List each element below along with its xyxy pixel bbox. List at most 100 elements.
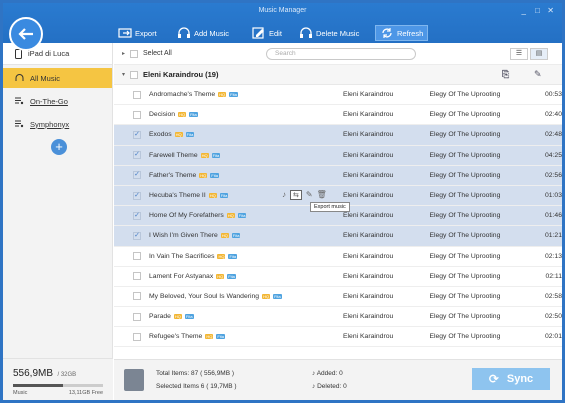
close-button[interactable]: ✕	[547, 6, 554, 15]
export-icon	[118, 28, 132, 38]
row-checkbox[interactable]: ✓	[133, 171, 141, 180]
row-checkbox[interactable]	[133, 272, 141, 281]
play-icon[interactable]: ♪	[282, 190, 286, 199]
export-row-icon[interactable]: ⇆	[290, 189, 302, 200]
song-title-cell: Andromache's Theme HQ Fita	[149, 91, 343, 98]
detail-view-button[interactable]: ▤	[530, 48, 548, 60]
table-row[interactable]: ✓ Hecuba's Theme II HQ Fita Eleni Karaindrou…	[114, 185, 562, 212]
search-input[interactable]: Search	[266, 48, 416, 60]
duration-cell: 01:46	[544, 212, 562, 220]
main-window: Music Manager _ □ ✕ Export Add Music Edi…	[3, 3, 562, 400]
table-row[interactable]: Andromache's Theme HQ Fita Eleni Karaindrou…	[114, 85, 562, 106]
hq-badge: HQ	[199, 172, 208, 178]
group-checkbox[interactable]	[130, 70, 139, 79]
row-checkbox[interactable]: ✓	[133, 191, 141, 200]
sync-button[interactable]: ⟳ Sync	[472, 368, 550, 390]
deleted-count: ♪ Deleted: 0	[312, 383, 347, 390]
sidebar-item-all-music[interactable]: All Music	[3, 68, 112, 88]
file-badge: Fita	[216, 334, 225, 340]
add-playlist-button[interactable]: +	[51, 139, 67, 155]
hq-badge: HQ	[220, 233, 229, 239]
row-checkbox[interactable]	[133, 110, 141, 119]
row-checkbox[interactable]	[133, 332, 141, 341]
row-checkbox[interactable]	[133, 292, 141, 301]
sidebar-item-on-the-go[interactable]: On-The-Go	[3, 91, 112, 111]
edit-icon	[252, 27, 264, 39]
file-badge: Fita	[184, 314, 194, 320]
artist-cell: Eleni Karaindrou	[343, 272, 394, 280]
duration-cell: 02:48	[544, 131, 562, 139]
song-title-cell: Refugee's Theme HQ Fita	[149, 333, 343, 340]
edit-button[interactable]: Edit	[252, 25, 282, 41]
maximize-button[interactable]: □	[535, 6, 540, 15]
expand-arrow-icon[interactable]: ▸	[122, 50, 125, 57]
song-title: Father's Theme	[149, 171, 197, 179]
table-row[interactable]: Decision HQ Fita Eleni Karaindrou Elegy Of T…	[114, 105, 562, 126]
total-items: Total Items: 87 ( 556,9MB )	[156, 370, 235, 377]
artist-cell: Eleni Karaindrou	[343, 232, 394, 240]
row-checkbox[interactable]	[133, 90, 141, 99]
select-all-checkbox[interactable]	[130, 49, 139, 58]
row-checkbox[interactable]: ✓	[133, 130, 141, 139]
headphones-add-icon	[178, 27, 190, 38]
song-title: Refugee's Theme	[149, 333, 203, 341]
sidebar-item-symphonyx[interactable]: Symphonyx	[3, 114, 112, 134]
hq-badge: HQ	[178, 112, 187, 118]
table-row[interactable]: ✓ Father's Theme HQ Fita Eleni Karaindrou Ele…	[114, 165, 562, 186]
table-row[interactable]: Refugee's Theme HQ Fita Eleni Karaindrou Ele…	[114, 327, 562, 348]
song-title-cell: I Wish I'm Given There HQ Fita	[149, 232, 343, 239]
sync-icon: ⟳	[488, 372, 499, 386]
storage-bar	[13, 384, 103, 387]
collapse-arrow-icon[interactable]: ▾	[122, 71, 125, 78]
export-group-icon[interactable]: ⎘	[502, 69, 509, 80]
edit-row-icon[interactable]: ✎	[306, 190, 313, 199]
album-cell: Elegy Of The Uprooting	[429, 91, 501, 99]
duration-cell: 01:21	[544, 232, 562, 240]
delete-row-icon[interactable]: 🗑	[317, 190, 327, 199]
edit-group-icon[interactable]: ✎	[534, 69, 542, 80]
duration-cell: 01:03	[544, 192, 562, 200]
list-view-button[interactable]: ☰	[510, 48, 528, 60]
album-cell: Elegy Of The Uprooting	[429, 111, 501, 119]
duration-cell: 02:40	[544, 111, 562, 119]
table-row[interactable]: Parade HQ Fita Eleni Karaindrou Elegy Of The…	[114, 307, 562, 328]
row-checkbox[interactable]: ✓	[133, 231, 141, 240]
table-row[interactable]: Lament For Astyanax HQ Fita Eleni Karaindro…	[114, 267, 562, 287]
table-row[interactable]: In Vain The Sacrifices HQ Fita Eleni Karain…	[114, 247, 562, 267]
row-checkbox[interactable]: ✓	[133, 151, 141, 160]
song-title: I Wish I'm Given There	[149, 232, 218, 240]
album-cell: Elegy Of The Uprooting	[429, 292, 501, 300]
song-title: My Beloved, Your Soul Is Wandering	[149, 292, 260, 300]
row-checkbox[interactable]: ✓	[133, 211, 141, 220]
artist-cell: Eleni Karaindrou	[343, 171, 394, 179]
delete-music-button[interactable]: Delete Music	[299, 25, 359, 41]
sidebar-item-label: Symphonyx	[30, 119, 70, 129]
table-row[interactable]: My Beloved, Your Soul Is Wandering HQ Fita…	[114, 287, 562, 308]
duration-cell: 02:11	[545, 272, 562, 280]
song-rows: Andromache's Theme HQ Fita Eleni Karaindrou…	[114, 85, 562, 348]
album-cell: Elegy Of The Uprooting	[429, 313, 501, 321]
add-music-button[interactable]: Add Music	[177, 25, 229, 41]
hq-badge: HQ	[216, 273, 225, 279]
duration-cell: 00:53	[544, 91, 562, 99]
select-all-label: Select All	[143, 50, 172, 57]
artist-cell: Eleni Karaindrou	[343, 292, 394, 300]
song-title: Farewell Theme	[149, 151, 198, 159]
storage-total: / 32GB	[57, 372, 77, 378]
file-badge: Fita	[228, 253, 238, 259]
song-title: Parade	[149, 313, 171, 321]
row-checkbox[interactable]	[133, 312, 141, 321]
refresh-button[interactable]: Refresh	[375, 25, 429, 41]
artist-group-header[interactable]: ▾ Eleni Karaindrou (19) ⎘ ✎	[114, 65, 562, 85]
table-row[interactable]: ✓ I Wish I'm Given There HQ Fita Eleni Karai…	[114, 226, 562, 247]
export-button[interactable]: Export	[118, 25, 157, 41]
back-button[interactable]	[9, 17, 43, 51]
row-checkbox[interactable]	[133, 252, 141, 261]
hq-badge: HQ	[205, 334, 214, 340]
table-row[interactable]: ✓ Exodos HQ Fita Eleni Karaindrou Elegy Of Th…	[114, 125, 562, 146]
table-row[interactable]: ✓ Farewell Theme HQ Fita Eleni Karaindrou Ele…	[114, 145, 562, 166]
artist-cell: Eleni Karaindrou	[343, 252, 394, 260]
song-title: Lament For Astyanax	[149, 272, 214, 280]
minimize-button[interactable]: _	[522, 6, 526, 15]
song-title: In Vain The Sacrifices	[149, 252, 215, 260]
